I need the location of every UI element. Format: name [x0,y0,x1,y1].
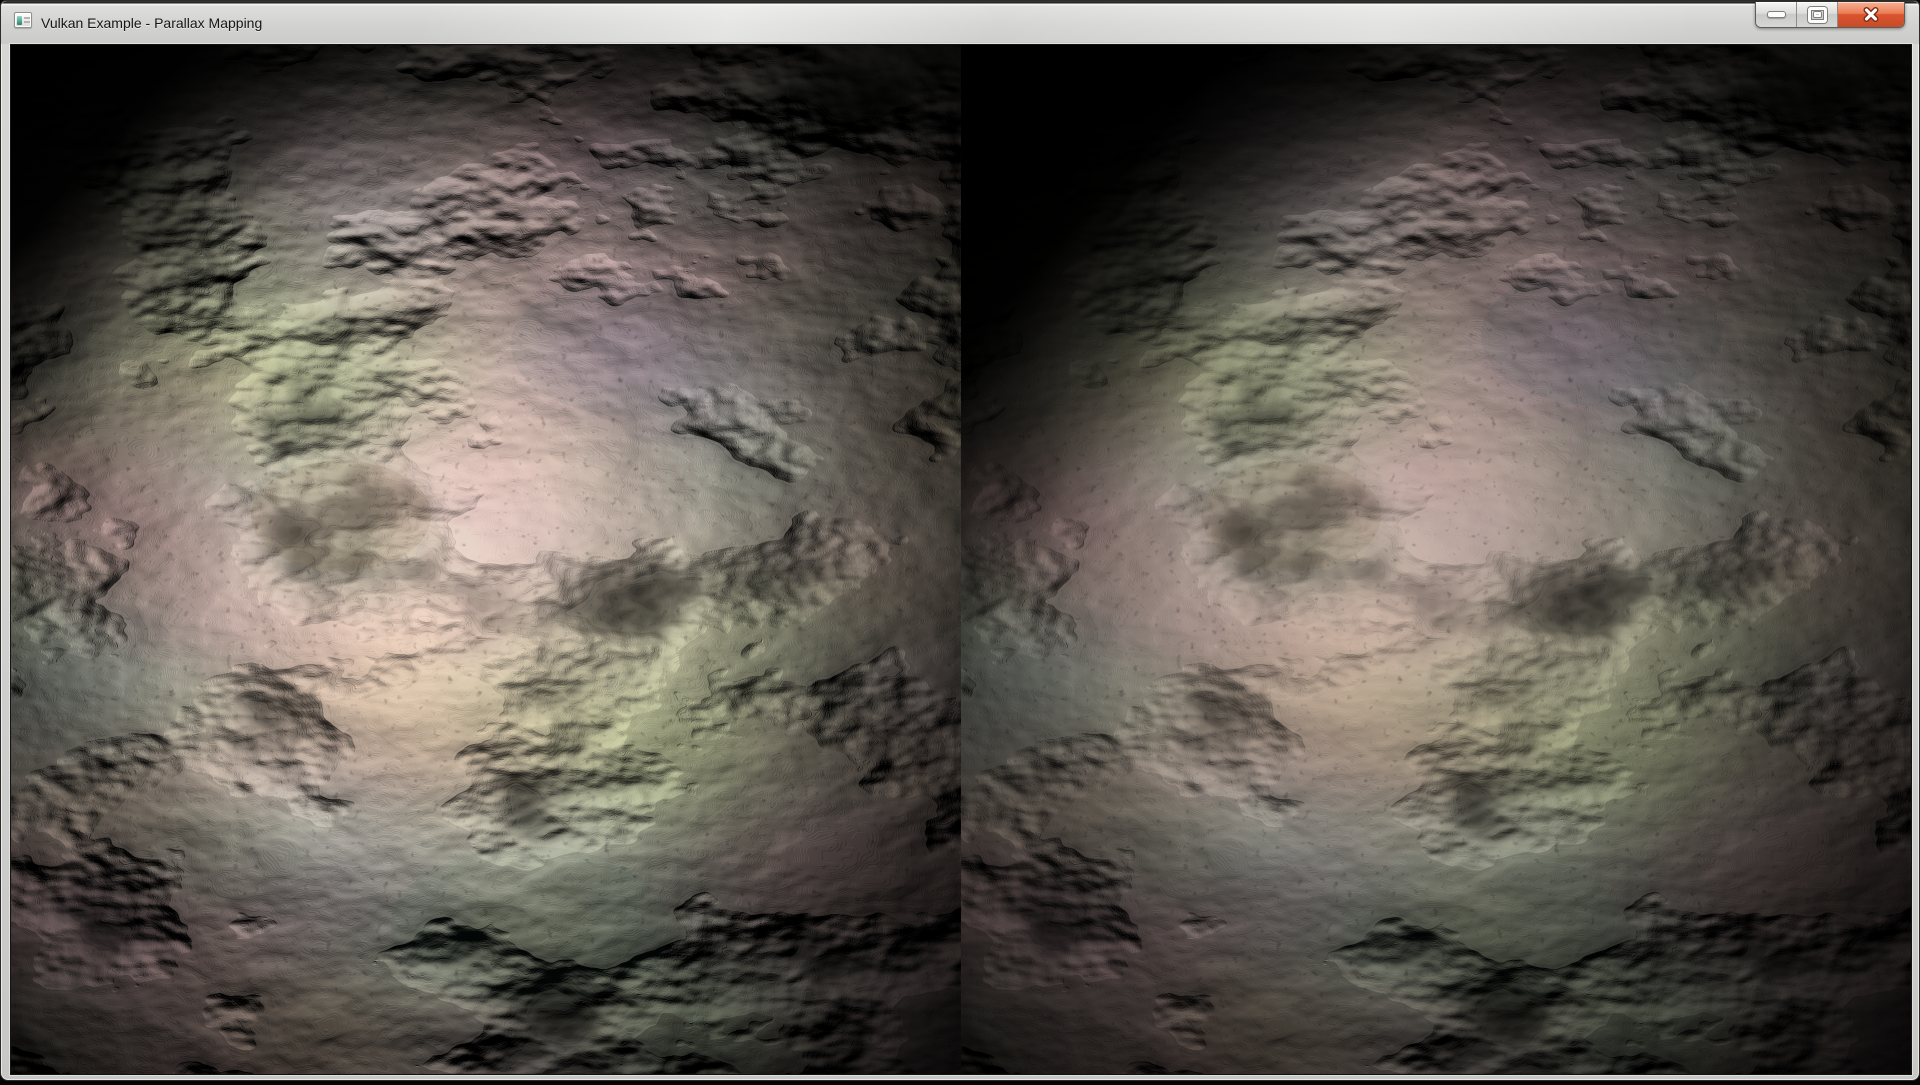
titlebar-glass-sheen [1,4,1919,42]
dim-overlay [961,45,1911,1074]
maximize-button[interactable] [1796,2,1838,27]
close-icon [1862,7,1880,22]
minimize-icon [1767,11,1786,18]
window-title: Vulkan Example - Parallax Mapping [41,4,262,44]
restore-icon [1808,7,1827,23]
app-window: Vulkan Example - Parallax Mapping [0,0,1920,1081]
app-icon-line [24,21,30,23]
minimize-button[interactable] [1756,2,1796,27]
render-pane-left[interactable] [11,45,961,1074]
rock-render-right [961,45,1911,1074]
app-icon-teal-pane [17,16,22,25]
render-viewport [10,44,1912,1075]
render-pane-right[interactable] [961,45,1911,1074]
app-icon[interactable] [14,12,32,28]
rock-render-left [11,45,961,1074]
app-icon-line [24,17,30,19]
titlebar[interactable]: Vulkan Example - Parallax Mapping [1,1,1919,44]
close-button[interactable] [1838,2,1904,27]
caption-buttons [1755,2,1905,28]
